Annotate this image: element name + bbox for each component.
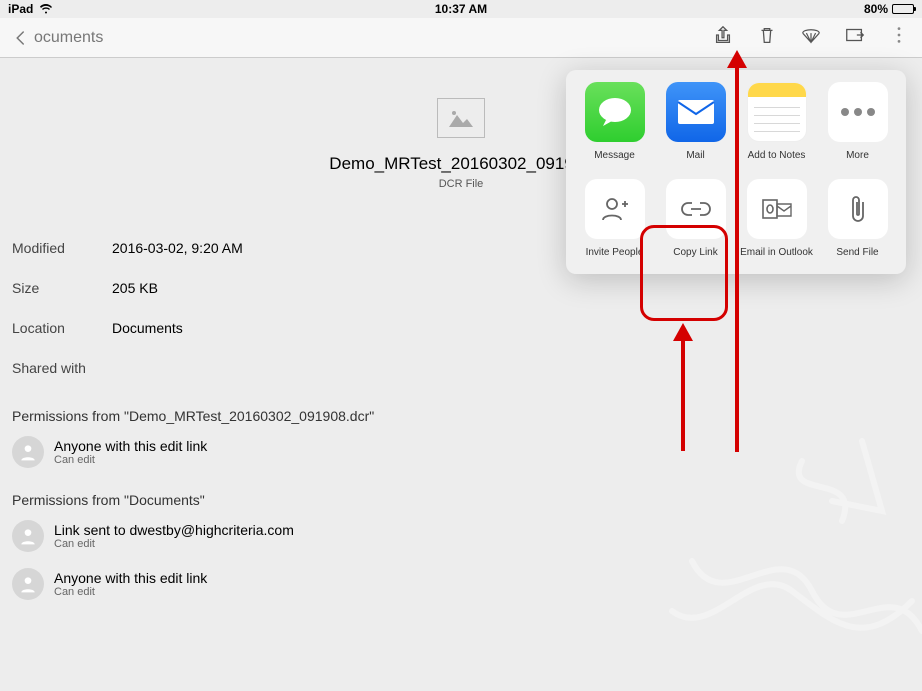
meta-label: Shared with [12, 360, 86, 376]
permission-title: Link sent to dwestby@highcriteria.com [54, 522, 294, 538]
back-label: ocuments [34, 29, 103, 47]
open-in-icon [844, 24, 866, 46]
battery-pct: 80% [864, 2, 888, 16]
chevron-left-icon [12, 29, 30, 47]
avatar [12, 568, 44, 600]
outlook-icon [747, 179, 807, 239]
meta-row-location: Location Documents [12, 308, 910, 348]
meta-label: Location [12, 320, 112, 336]
meta-label: Size [12, 280, 112, 296]
status-time: 10:37 AM [435, 2, 487, 16]
mail-app-icon [666, 82, 726, 142]
share-label: Mail [658, 150, 734, 161]
background-doodle [662, 411, 922, 671]
device-label: iPad [8, 2, 33, 16]
share-sheet: Message Mail Add to Notes More [566, 70, 906, 274]
file-thumbnail [437, 98, 485, 138]
share-app-notes[interactable]: Add to Notes [739, 82, 815, 161]
wifi-icon [39, 2, 53, 17]
share-app-mail[interactable]: Mail [658, 82, 734, 161]
share-label: Copy Link [658, 247, 734, 258]
permission-title: Anyone with this edit link [54, 570, 207, 586]
meta-value: Documents [112, 320, 183, 336]
share-action-send-file[interactable]: Send File [820, 179, 896, 258]
meta-row-size: Size 205 KB [12, 268, 910, 308]
meta-value: 205 KB [112, 280, 158, 296]
attachment-icon [828, 179, 888, 239]
copy-link-icon [666, 179, 726, 239]
person-icon [18, 574, 38, 594]
permission-sub: Can edit [54, 454, 207, 466]
more-vertical-icon [888, 24, 910, 46]
share-label: Email in Outlook [739, 247, 815, 258]
trash-icon [756, 24, 778, 46]
share-app-message[interactable]: Message [577, 82, 653, 161]
status-bar: iPad 10:37 AM 80% [0, 0, 922, 18]
permission-sub: Can edit [54, 538, 294, 550]
back-button[interactable]: ocuments [12, 29, 103, 47]
parachute-icon [800, 24, 822, 46]
share-action-copy-link[interactable]: Copy Link [658, 179, 734, 258]
invite-people-icon [585, 179, 645, 239]
share-action-email-outlook[interactable]: Email in Outlook [739, 179, 815, 258]
permission-sub: Can edit [54, 586, 207, 598]
share-icon [712, 24, 734, 46]
person-icon [18, 526, 38, 546]
open-in-button[interactable] [844, 24, 866, 51]
share-label: More [820, 150, 896, 161]
meta-value: 2016-03-02, 9:20 AM [112, 240, 243, 256]
share-label: Invite People [577, 247, 653, 258]
more-button[interactable] [888, 24, 910, 51]
avatar [12, 520, 44, 552]
more-icon [828, 82, 888, 142]
person-icon [18, 442, 38, 462]
share-label: Message [577, 150, 653, 161]
share-label: Add to Notes [739, 150, 815, 161]
battery-icon [892, 4, 914, 14]
meta-label: Modified [12, 240, 112, 256]
image-placeholder-icon [447, 107, 475, 129]
permission-title: Anyone with this edit link [54, 438, 207, 454]
share-label: Send File [820, 247, 896, 258]
avatar [12, 436, 44, 468]
notes-app-icon [747, 82, 807, 142]
delete-button[interactable] [756, 24, 778, 51]
share-icon-button[interactable] [712, 24, 734, 51]
nav-bar: ocuments [0, 18, 922, 58]
parachute-button[interactable] [800, 24, 822, 51]
meta-row-sharedwith: Shared with [12, 348, 910, 388]
share-action-invite[interactable]: Invite People [577, 179, 653, 258]
message-app-icon [585, 82, 645, 142]
share-app-more[interactable]: More [820, 82, 896, 161]
